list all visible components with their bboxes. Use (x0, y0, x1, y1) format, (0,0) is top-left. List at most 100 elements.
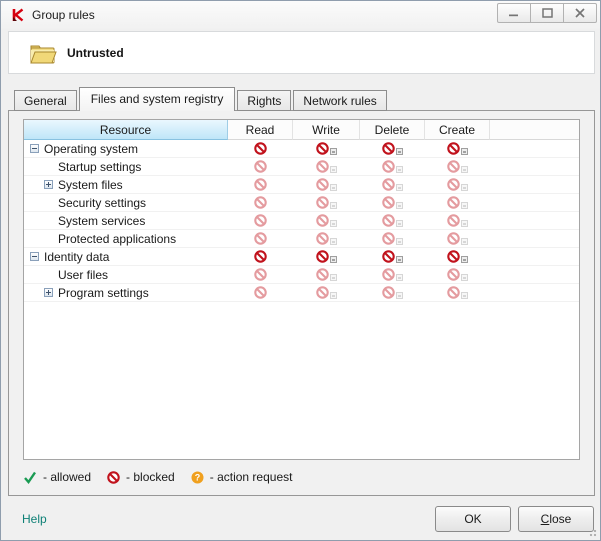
tabstrip: General Files and system registry Rights… (14, 87, 389, 111)
create-status[interactable] (447, 178, 468, 191)
read-status[interactable] (254, 178, 267, 191)
create-status[interactable] (447, 142, 468, 155)
delete-status[interactable] (382, 250, 403, 263)
write-status[interactable] (316, 196, 337, 209)
create-status[interactable] (447, 160, 468, 173)
read-status[interactable] (254, 142, 267, 155)
maximize-button[interactable] (530, 3, 564, 23)
resource-label: Startup settings (58, 159, 142, 174)
write-status[interactable] (316, 214, 337, 227)
create-status[interactable] (447, 232, 468, 245)
create-status[interactable] (447, 286, 468, 299)
read-status[interactable] (254, 160, 267, 173)
delete-status[interactable] (382, 286, 403, 299)
blocked-icon (254, 142, 267, 155)
table-row[interactable]: System services (24, 212, 579, 230)
table-body: Operating system Startup settings System… (24, 140, 579, 302)
delete-status[interactable] (382, 160, 403, 173)
log-marker-icon (396, 238, 403, 245)
delete-status[interactable] (382, 214, 403, 227)
close-button[interactable]: Close (518, 506, 594, 532)
tab-files-and-system-registry[interactable]: Files and system registry (78, 87, 236, 111)
delete-status[interactable] (382, 196, 403, 209)
write-status[interactable] (316, 286, 337, 299)
expander-icon[interactable] (44, 180, 53, 189)
close-window-button[interactable] (563, 3, 597, 23)
expander-icon[interactable] (30, 252, 39, 261)
log-marker-icon (330, 292, 337, 299)
delete-status[interactable] (382, 142, 403, 155)
read-status[interactable] (254, 214, 267, 227)
create-status[interactable] (447, 196, 468, 209)
table-row[interactable]: Operating system (24, 140, 579, 158)
read-status[interactable] (254, 286, 267, 299)
ok-button[interactable]: OK (435, 506, 511, 532)
expander-icon[interactable] (30, 144, 39, 153)
table-row[interactable]: User files (24, 266, 579, 284)
column-header-write[interactable]: Write (293, 120, 360, 140)
tab-network-rules[interactable]: Network rules (293, 90, 387, 111)
delete-status[interactable] (382, 232, 403, 245)
table-row[interactable]: Security settings (24, 194, 579, 212)
create-cell (425, 158, 490, 175)
write-status[interactable] (316, 268, 337, 281)
table-row[interactable]: Startup settings (24, 158, 579, 176)
create-cell (425, 266, 490, 283)
filler-cell (490, 140, 579, 157)
write-cell (293, 194, 360, 211)
delete-status[interactable] (382, 268, 403, 281)
write-status[interactable] (316, 250, 337, 263)
resource-label: User files (58, 267, 109, 282)
column-header-read[interactable]: Read (228, 120, 293, 140)
write-cell (293, 230, 360, 247)
column-header-create[interactable]: Create (425, 120, 490, 140)
resize-grip[interactable] (587, 527, 597, 537)
write-status[interactable] (316, 232, 337, 245)
log-marker-icon (330, 202, 337, 209)
blocked-icon (382, 142, 395, 155)
log-marker-icon (330, 256, 337, 263)
resource-cell: Identity data (24, 248, 228, 265)
read-status[interactable] (254, 250, 267, 263)
titlebar: Group rules (1, 1, 600, 29)
write-status[interactable] (316, 142, 337, 155)
read-status[interactable] (254, 268, 267, 281)
read-status[interactable] (254, 232, 267, 245)
log-marker-icon (396, 220, 403, 227)
tab-rights[interactable]: Rights (237, 90, 292, 111)
legend-allowed-label: - allowed (43, 470, 92, 484)
table-row[interactable]: Program settings (24, 284, 579, 302)
read-status[interactable] (254, 196, 267, 209)
create-status[interactable] (447, 250, 468, 263)
expander-icon[interactable] (44, 288, 53, 297)
blocked-icon (254, 268, 267, 281)
filler-cell (490, 230, 579, 247)
delete-cell (360, 158, 425, 175)
help-link[interactable]: Help (22, 512, 47, 526)
blocked-icon (447, 268, 460, 281)
log-marker-icon (461, 166, 468, 173)
write-status[interactable] (316, 178, 337, 191)
create-cell (425, 284, 490, 301)
resource-cell: User files (24, 266, 228, 283)
create-status[interactable] (447, 214, 468, 227)
column-header-resource[interactable]: Resource (24, 120, 228, 140)
kaspersky-icon (12, 8, 24, 22)
create-cell (425, 248, 490, 265)
create-status[interactable] (447, 268, 468, 281)
delete-status[interactable] (382, 178, 403, 191)
minimize-button[interactable] (497, 3, 531, 23)
blocked-icon (382, 178, 395, 191)
write-status[interactable] (316, 160, 337, 173)
resource-label: System files (58, 177, 123, 192)
blocked-icon (382, 160, 395, 173)
table-row[interactable]: Identity data (24, 248, 579, 266)
table-row[interactable]: System files (24, 176, 579, 194)
legend-allowed: - allowed (23, 470, 91, 484)
write-cell (293, 248, 360, 265)
group-name: Untrusted (67, 46, 124, 60)
tab-general[interactable]: General (14, 90, 77, 111)
column-header-delete[interactable]: Delete (360, 120, 425, 140)
table-row[interactable]: Protected applications (24, 230, 579, 248)
question-icon: ? (191, 471, 204, 483)
